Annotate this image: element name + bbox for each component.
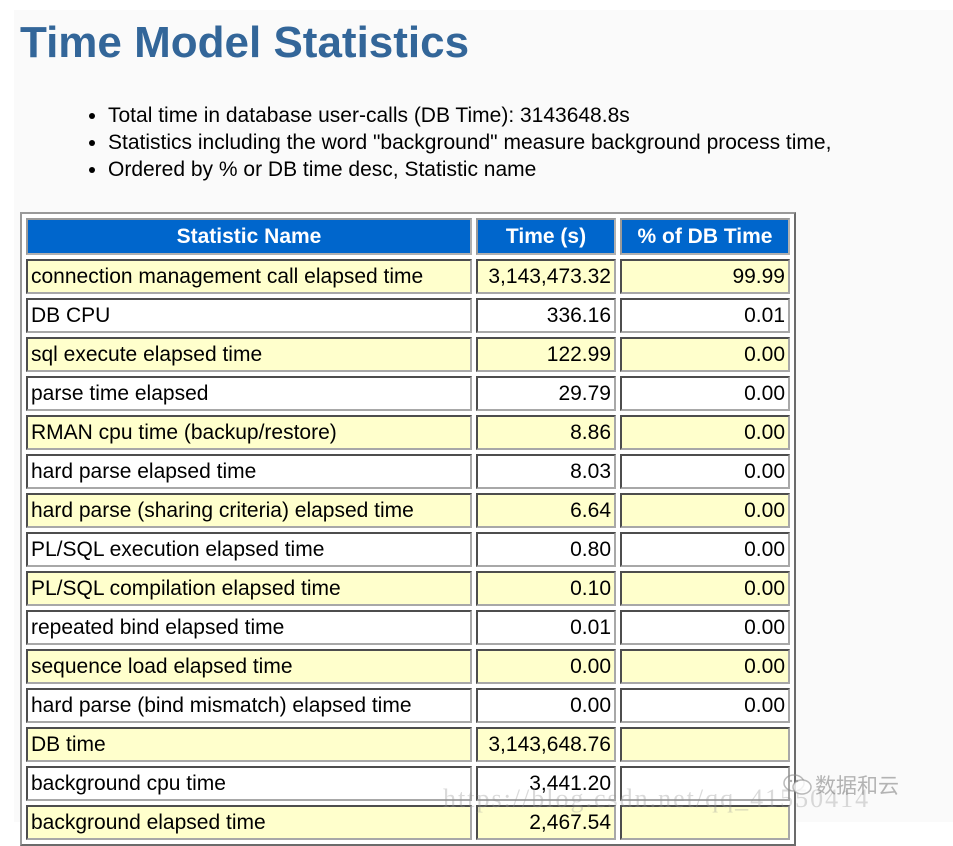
table-row: parse time elapsed 29.79 0.00: [26, 376, 790, 411]
pct-cell: 0.00: [620, 688, 790, 723]
note-ordering: Ordered by % or DB time desc, Statistic …: [108, 156, 831, 183]
pct-cell: 0.01: [620, 298, 790, 333]
statistic-name-cell: sql execute elapsed time: [26, 337, 472, 372]
statistic-name-cell: PL/SQL compilation elapsed time: [26, 571, 472, 606]
column-header-statistic-name: Statistic Name: [26, 218, 472, 255]
pct-cell: 0.00: [620, 532, 790, 567]
pct-cell: 0.00: [620, 571, 790, 606]
time-cell: 0.00: [476, 688, 616, 723]
statistic-name-cell: PL/SQL execution elapsed time: [26, 532, 472, 567]
table-row: PL/SQL compilation elapsed time 0.10 0.0…: [26, 571, 790, 606]
table-row: repeated bind elapsed time 0.01 0.00: [26, 610, 790, 645]
time-cell: 0.80: [476, 532, 616, 567]
statistic-name-cell: sequence load elapsed time: [26, 649, 472, 684]
table-row: PL/SQL execution elapsed time 0.80 0.00: [26, 532, 790, 567]
table-row: hard parse (bind mismatch) elapsed time …: [26, 688, 790, 723]
time-model-statistics-table: Statistic Name Time (s) % of DB Time con…: [22, 214, 794, 844]
stats-table-frame: Statistic Name Time (s) % of DB Time con…: [20, 212, 796, 846]
statistic-name-cell: hard parse (sharing criteria) elapsed ti…: [26, 493, 472, 528]
time-cell: 6.64: [476, 493, 616, 528]
pct-cell: 0.00: [620, 376, 790, 411]
table-row: sql execute elapsed time 122.99 0.00: [26, 337, 790, 372]
time-cell: 122.99: [476, 337, 616, 372]
statistic-name-cell: parse time elapsed: [26, 376, 472, 411]
pct-cell: 0.00: [620, 337, 790, 372]
statistic-name-cell: background elapsed time: [26, 805, 472, 840]
time-cell: 8.03: [476, 454, 616, 489]
statistic-name-cell: connection management call elapsed time: [26, 259, 472, 294]
table-row: DB time 3,143,648.76: [26, 727, 790, 762]
statistic-name-cell: RMAN cpu time (backup/restore): [26, 415, 472, 450]
pct-cell: 0.00: [620, 415, 790, 450]
time-cell: 3,143,473.32: [476, 259, 616, 294]
time-cell: 29.79: [476, 376, 616, 411]
table-row: hard parse (sharing criteria) elapsed ti…: [26, 493, 790, 528]
table-row: hard parse elapsed time 8.03 0.00: [26, 454, 790, 489]
statistic-name-cell: repeated bind elapsed time: [26, 610, 472, 645]
statistic-name-cell: hard parse elapsed time: [26, 454, 472, 489]
statistic-name-cell: background cpu time: [26, 766, 472, 801]
note-background: Statistics including the word "backgroun…: [108, 129, 831, 156]
notes-list: Total time in database user-calls (DB Ti…: [74, 102, 831, 183]
time-cell: 0.01: [476, 610, 616, 645]
time-cell: 336.16: [476, 298, 616, 333]
table-row: RMAN cpu time (backup/restore) 8.86 0.00: [26, 415, 790, 450]
pct-cell: 99.99: [620, 259, 790, 294]
table-row: sequence load elapsed time 0.00 0.00: [26, 649, 790, 684]
table-row: DB CPU 336.16 0.01: [26, 298, 790, 333]
pct-cell: 0.00: [620, 610, 790, 645]
time-cell: 8.86: [476, 415, 616, 450]
note-db-time: Total time in database user-calls (DB Ti…: [108, 102, 831, 129]
statistic-name-cell: DB CPU: [26, 298, 472, 333]
column-header-pct-db-time: % of DB Time: [620, 218, 790, 255]
pct-cell: 0.00: [620, 493, 790, 528]
table-row: connection management call elapsed time …: [26, 259, 790, 294]
brand-watermark: 数据和云: [783, 770, 899, 800]
pct-cell: 0.00: [620, 649, 790, 684]
statistic-name-cell: hard parse (bind mismatch) elapsed time: [26, 688, 472, 723]
pct-cell: 0.00: [620, 454, 790, 489]
time-cell: 3,143,648.76: [476, 727, 616, 762]
brand-name: 数据和云: [815, 775, 899, 798]
table-header-row: Statistic Name Time (s) % of DB Time: [26, 218, 790, 255]
table-body: connection management call elapsed time …: [26, 259, 790, 840]
time-cell: 0.00: [476, 649, 616, 684]
wechat-icon: [783, 773, 813, 797]
statistic-name-cell: DB time: [26, 727, 472, 762]
page-title: Time Model Statistics: [20, 18, 470, 67]
pct-cell: [620, 727, 790, 762]
time-cell: 0.10: [476, 571, 616, 606]
column-header-time: Time (s): [476, 218, 616, 255]
